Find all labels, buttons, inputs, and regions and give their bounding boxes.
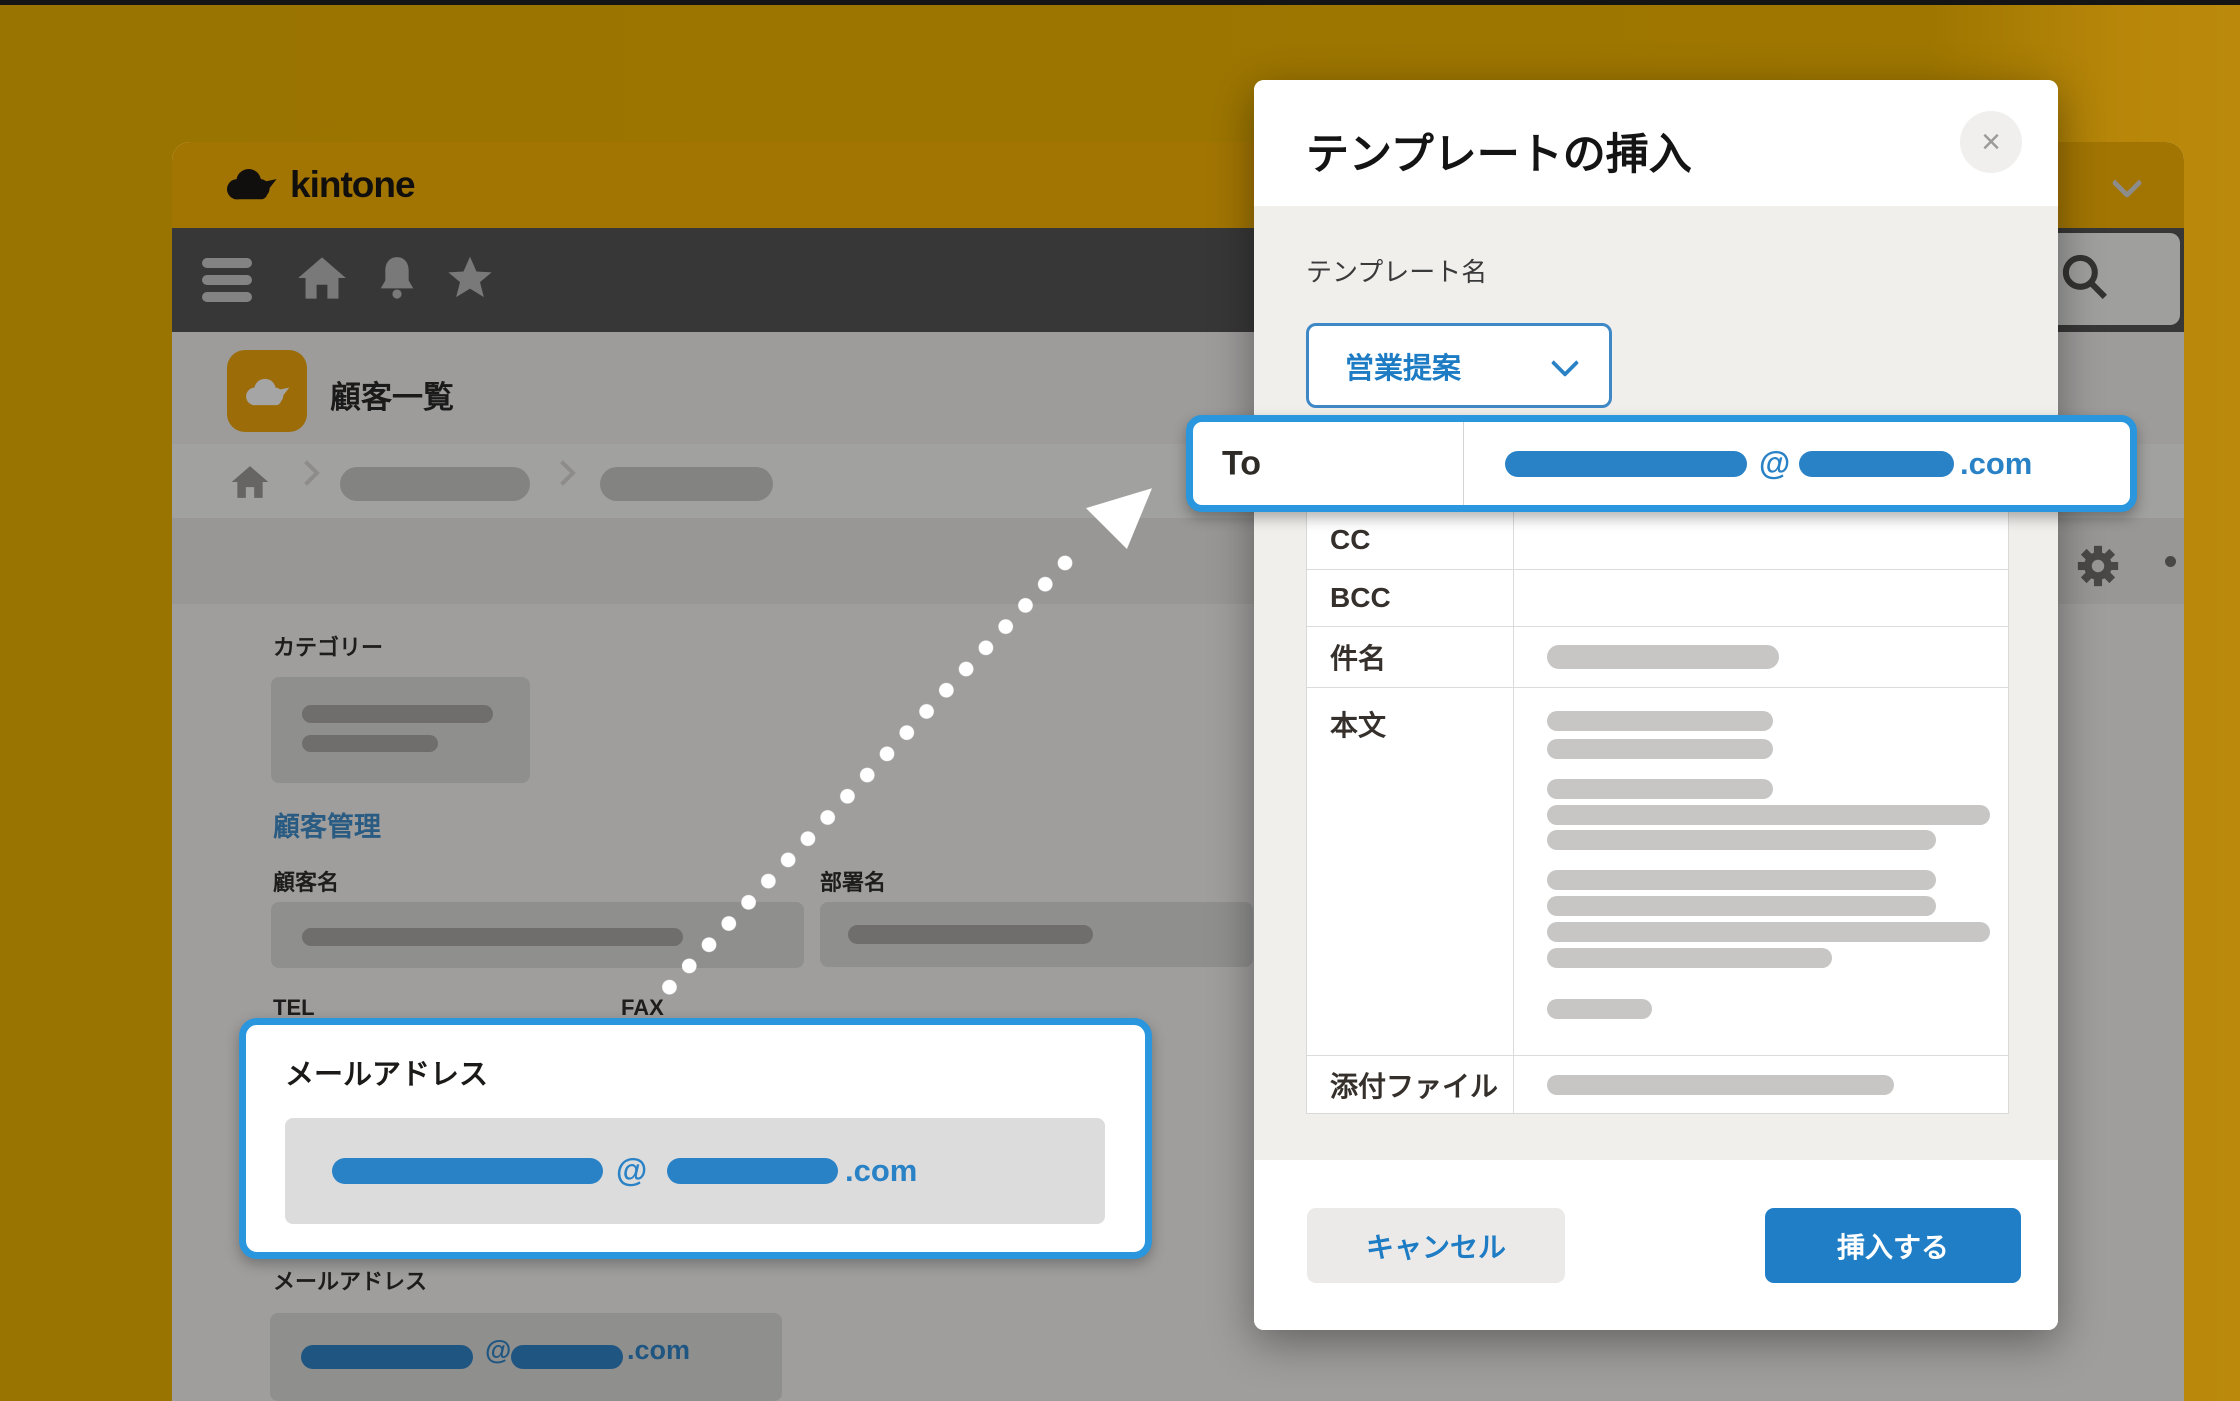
body-value[interactable] — [1514, 688, 2008, 1055]
at-symbol: @ — [616, 1152, 647, 1189]
placeholder-bar — [1547, 779, 1773, 799]
placeholder-bar — [1799, 451, 1954, 477]
to-row-highlight[interactable]: To @ .com — [1186, 415, 2137, 512]
email-address-callout: メールアドレス @ .com — [239, 1018, 1152, 1259]
callout-email-label: メールアドレス — [285, 1051, 488, 1093]
table-row-cc: CC — [1307, 511, 2008, 570]
chevron-down-icon — [1551, 349, 1579, 377]
placeholder-bar — [1547, 830, 1936, 850]
table-row-subject: 件名 — [1307, 627, 2008, 688]
template-name-label: テンプレート名 — [1306, 252, 1487, 289]
close-icon[interactable]: × — [1960, 111, 2022, 173]
placeholder-bar — [1547, 870, 1936, 890]
mail-template-table: CC BCC 件名 本文 添付ファイル — [1306, 424, 2009, 1114]
cc-label: CC — [1307, 511, 1514, 569]
placeholder-bar — [1547, 948, 1832, 968]
divider — [1463, 422, 1464, 505]
subject-label: 件名 — [1307, 627, 1514, 687]
template-select-value: 営業提案 — [1345, 345, 1461, 387]
screenshot-stage: kintone 顧客一覧 — [0, 0, 2240, 1401]
cancel-button[interactable]: キャンセル — [1307, 1208, 1565, 1283]
placeholder-bar — [1547, 739, 1773, 759]
to-label: To — [1222, 444, 1261, 483]
attachment-label: 添付ファイル — [1307, 1056, 1514, 1113]
subject-value[interactable] — [1514, 627, 2008, 687]
bcc-value[interactable] — [1514, 570, 2008, 626]
at-symbol: @ — [1759, 445, 1790, 482]
placeholder-bar — [1547, 805, 1990, 825]
domain-suffix: .com — [1960, 446, 2032, 482]
cc-value[interactable] — [1514, 511, 2008, 569]
placeholder-bar — [667, 1158, 838, 1184]
attachment-value[interactable] — [1514, 1056, 2008, 1113]
table-row-body: 本文 — [1307, 688, 2008, 1056]
placeholder-bar — [1547, 645, 1779, 669]
dialog-footer: キャンセル 挿入する — [1254, 1160, 2058, 1330]
table-row-attachment: 添付ファイル — [1307, 1056, 2008, 1113]
insert-button[interactable]: 挿入する — [1765, 1208, 2021, 1283]
placeholder-bar — [332, 1158, 603, 1184]
dialog-body: テンプレート名 営業提案 CC BCC 件名 — [1254, 206, 2058, 1160]
body-label: 本文 — [1307, 688, 1514, 1055]
domain-suffix: .com — [845, 1153, 917, 1189]
template-insert-dialog: テンプレートの挿入 × テンプレート名 営業提案 CC BCC — [1254, 80, 2058, 1330]
table-row-bcc: BCC — [1307, 570, 2008, 627]
dialog-header: テンプレートの挿入 × — [1254, 80, 2058, 206]
top-strip — [0, 0, 2240, 5]
placeholder-bar — [1547, 922, 1990, 942]
placeholder-bar — [1505, 451, 1747, 477]
dialog-title: テンプレートの挿入 — [1306, 120, 1692, 182]
placeholder-bar — [1547, 711, 1773, 731]
placeholder-bar — [1547, 999, 1652, 1019]
bcc-label: BCC — [1307, 570, 1514, 626]
placeholder-bar — [1547, 896, 1936, 916]
placeholder-bar — [1547, 1075, 1894, 1095]
template-select[interactable]: 営業提案 — [1306, 323, 1612, 408]
callout-email-field[interactable]: @ .com — [285, 1118, 1105, 1224]
